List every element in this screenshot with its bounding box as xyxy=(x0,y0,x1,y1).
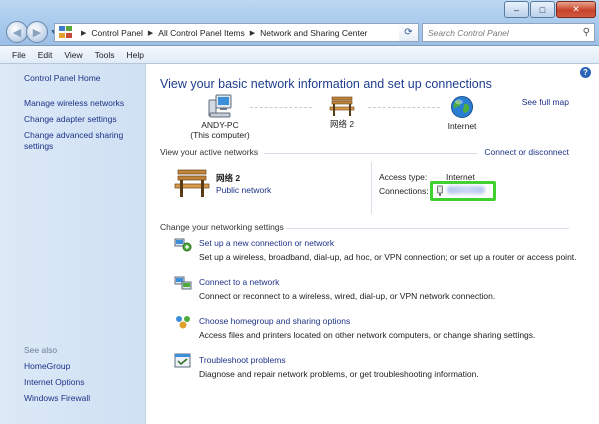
breadcrumb-all-items[interactable]: All Control Panel Items ▶ xyxy=(158,28,260,38)
change-advanced-sharing-link[interactable]: Change advanced sharing settings xyxy=(24,130,136,152)
search-input[interactable]: Search Control Panel ⚲ xyxy=(422,23,595,42)
navigation-buttons: ◀ ▶ ▼ xyxy=(6,21,57,43)
connect-or-disconnect-link[interactable]: Connect or disconnect xyxy=(484,147,569,157)
homegroup-sharing-desc: Access files and printers located on oth… xyxy=(199,330,536,340)
menu-file[interactable]: File xyxy=(12,50,26,60)
connect-to-network-desc: Connect or reconnect to a wireless, wire… xyxy=(199,291,496,301)
access-type-label: Access type: xyxy=(379,172,428,182)
maximize-button[interactable]: □ xyxy=(530,1,555,18)
section-divider xyxy=(286,228,569,229)
map-internet[interactable]: Internet xyxy=(440,95,484,131)
active-networks-label: View your active networks xyxy=(160,147,259,157)
connection-status-icon xyxy=(437,185,443,196)
address-bar[interactable]: ▶ Control Panel ▶ All Control Panel Items… xyxy=(54,23,419,42)
menu-help[interactable]: Help xyxy=(126,50,143,60)
search-icon[interactable]: ⚲ xyxy=(583,27,590,38)
control-panel-home-link[interactable]: Control Panel Home xyxy=(24,73,101,84)
computer-name: ANDY-PC xyxy=(201,120,239,130)
setup-connection-desc: Set up a wireless, broadband, dial-up, a… xyxy=(199,252,577,262)
page-title: View your basic network information and … xyxy=(160,77,492,91)
window-titlebar: – □ ✕ ◀ ▶ ▼ ▶ Control Panel▶ All Control… xyxy=(0,0,599,46)
left-navigation-pane: Control Panel Home Manage wireless netwo… xyxy=(0,64,146,424)
map-connector-line xyxy=(250,107,312,108)
breadcrumb-separator-icon[interactable]: ▶ xyxy=(148,29,153,37)
see-full-map-link[interactable]: See full map xyxy=(522,97,569,107)
network-category-link[interactable]: Public network xyxy=(216,185,271,195)
internet-label: Internet xyxy=(447,121,477,131)
help-icon[interactable]: ? xyxy=(580,67,591,78)
refresh-button[interactable]: ⟳ xyxy=(399,23,419,42)
new-connection-icon xyxy=(174,238,192,252)
windows-firewall-link[interactable]: Windows Firewall xyxy=(24,393,90,404)
troubleshoot-icon xyxy=(174,353,191,368)
back-button[interactable]: ◀ xyxy=(6,21,28,43)
computer-icon xyxy=(208,94,232,118)
menu-tools[interactable]: Tools xyxy=(95,50,115,60)
section-divider xyxy=(264,153,477,154)
manage-wireless-networks-link[interactable]: Manage wireless networks xyxy=(24,98,124,109)
menu-edit[interactable]: Edit xyxy=(38,50,53,60)
internet-options-link[interactable]: Internet Options xyxy=(24,377,84,388)
globe-icon xyxy=(451,96,473,118)
search-placeholder: Search Control Panel xyxy=(428,27,509,38)
bench-icon xyxy=(329,96,355,116)
homegroup-icon xyxy=(176,316,190,329)
change-settings-label: Change your networking settings xyxy=(160,222,284,232)
breadcrumb-arrow-icon[interactable]: ▶ xyxy=(76,29,91,37)
connect-network-icon xyxy=(174,276,192,290)
map-network[interactable]: 网络 2 xyxy=(321,95,363,129)
see-also-heading: See also xyxy=(24,345,58,355)
main-content: ? View your basic network information an… xyxy=(146,64,599,424)
breadcrumb-network-sharing[interactable]: Network and Sharing Center xyxy=(260,28,367,38)
close-button[interactable]: ✕ xyxy=(556,1,596,18)
setup-connection-link[interactable]: Set up a new connection or network xyxy=(199,238,334,248)
connect-to-network-link[interactable]: Connect to a network xyxy=(199,277,279,287)
homegroup-link[interactable]: HomeGroup xyxy=(24,361,70,372)
minimize-button[interactable]: – xyxy=(504,1,529,18)
breadcrumb-separator-icon[interactable]: ▶ xyxy=(250,29,255,37)
back-arrow-icon: ◀ xyxy=(12,26,22,39)
control-panel-icon xyxy=(59,26,73,39)
vertical-divider xyxy=(371,162,372,214)
troubleshoot-link[interactable]: Troubleshoot problems xyxy=(199,355,286,365)
forward-button[interactable]: ▶ xyxy=(26,21,48,43)
troubleshoot-desc: Diagnose and repair network problems, or… xyxy=(199,369,479,379)
forward-arrow-icon: ▶ xyxy=(32,26,42,39)
breadcrumb-control-panel[interactable]: Control Panel ▶ xyxy=(91,28,158,38)
refresh-icon: ⟳ xyxy=(404,27,413,38)
active-network-name: 网络 2 xyxy=(216,173,241,183)
window-controls: – □ ✕ xyxy=(503,1,596,18)
menu-bar: File Edit View Tools Help xyxy=(0,46,599,64)
network-name: 网络 2 xyxy=(329,119,355,129)
connections-label: Connections: xyxy=(379,186,429,196)
change-adapter-settings-link[interactable]: Change adapter settings xyxy=(24,114,117,125)
menu-view[interactable]: View xyxy=(64,50,82,60)
map-connector-line xyxy=(368,107,440,108)
computer-sub: (This computer) xyxy=(190,130,250,140)
map-this-computer[interactable]: ANDY-PC (This computer) xyxy=(190,94,250,140)
connection-link-blurred[interactable] xyxy=(447,186,485,194)
homegroup-sharing-link[interactable]: Choose homegroup and sharing options xyxy=(199,316,350,326)
network-bench-icon xyxy=(174,169,210,197)
